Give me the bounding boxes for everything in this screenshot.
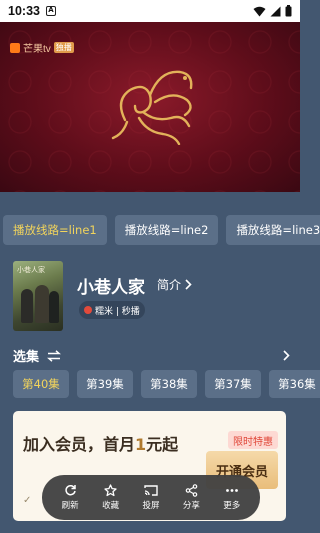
brand-label: 芒果tv: [23, 44, 51, 55]
episode-38-button[interactable]: 第38集: [141, 370, 197, 398]
episode-list: 第40集 第39集 第38集 第37集 第36集: [13, 370, 320, 398]
status-time: 10:33: [8, 4, 40, 18]
sort-swap-icon[interactable]: [47, 349, 61, 362]
route-line1-button[interactable]: 播放线路=line1: [3, 215, 107, 245]
intro-label: 简介: [157, 278, 182, 292]
poster-figure: [21, 289, 33, 323]
episodes-header: 选集: [13, 346, 290, 365]
vip-text-suffix: 元起: [146, 435, 179, 454]
episode-36-button[interactable]: 第36集: [269, 370, 320, 398]
notification-a-icon: A: [45, 6, 56, 16]
intro-link[interactable]: 简介: [157, 276, 192, 293]
floating-toolbar: 刷新 收藏 投屏 分享 更多: [42, 475, 260, 520]
mango-tv-logo: 芒果tv 独播: [10, 40, 74, 55]
poster-figure: [49, 291, 59, 323]
route-list: 播放线路=line1 播放线路=line2 播放线路=line3: [3, 215, 320, 245]
signal-icon: [270, 6, 281, 16]
source-tag: 糯米 | 秒播: [79, 301, 145, 319]
share-icon: [185, 484, 198, 497]
episodes-title: 选集: [13, 350, 40, 365]
source-tag-label: 糯米 | 秒播: [95, 306, 140, 317]
vip-text-number: 1: [135, 435, 147, 454]
chevron-right-icon: [185, 279, 192, 290]
chevron-right-icon[interactable]: [282, 350, 290, 361]
episode-40-button[interactable]: 第40集: [13, 370, 69, 398]
show-title: 小巷人家: [77, 278, 145, 298]
poster-title: 小巷人家: [17, 266, 45, 274]
share-button[interactable]: 分享: [174, 484, 208, 511]
exclusive-badge: 独播: [53, 42, 74, 53]
refresh-button[interactable]: 刷新: [53, 484, 87, 511]
route-line2-button[interactable]: 播放线路=line2: [114, 215, 219, 245]
route-line3-button[interactable]: 播放线路=line3: [226, 215, 320, 245]
check-icon: ✓: [23, 495, 32, 506]
show-info: 小巷人家 小巷人家 简介 糯米 | 秒播: [13, 261, 283, 331]
episode-37-button[interactable]: 第37集: [205, 370, 261, 398]
favorite-button[interactable]: 收藏: [94, 484, 128, 511]
show-poster[interactable]: 小巷人家: [13, 261, 63, 331]
battery-icon: [285, 5, 292, 17]
phoenix-emblem-icon: [111, 70, 193, 145]
episode-39-button[interactable]: 第39集: [77, 370, 133, 398]
limited-offer-badge: 限时特惠: [228, 431, 278, 449]
wifi-icon: [253, 6, 266, 16]
strawberry-icon: [84, 306, 92, 314]
poster-figure: [35, 285, 49, 323]
cast-button[interactable]: 投屏: [134, 484, 168, 511]
more-button[interactable]: 更多: [215, 484, 249, 511]
star-icon: [104, 484, 117, 497]
cast-icon: [144, 485, 158, 496]
more-icon: [225, 489, 238, 492]
status-bar: 10:33 A: [0, 0, 300, 22]
vip-promo-text: 加入会员，首月1元起: [23, 431, 178, 455]
favorite-label: 收藏: [102, 501, 120, 511]
mango-logo-icon: [10, 42, 20, 53]
share-label: 分享: [182, 501, 200, 511]
refresh-icon: [65, 484, 76, 496]
vip-text-prefix: 加入会员，首月: [23, 435, 136, 454]
video-player[interactable]: 芒果tv 独播: [0, 22, 300, 192]
cast-label: 投屏: [142, 501, 160, 511]
more-label: 更多: [223, 501, 241, 511]
refresh-label: 刷新: [61, 501, 79, 511]
